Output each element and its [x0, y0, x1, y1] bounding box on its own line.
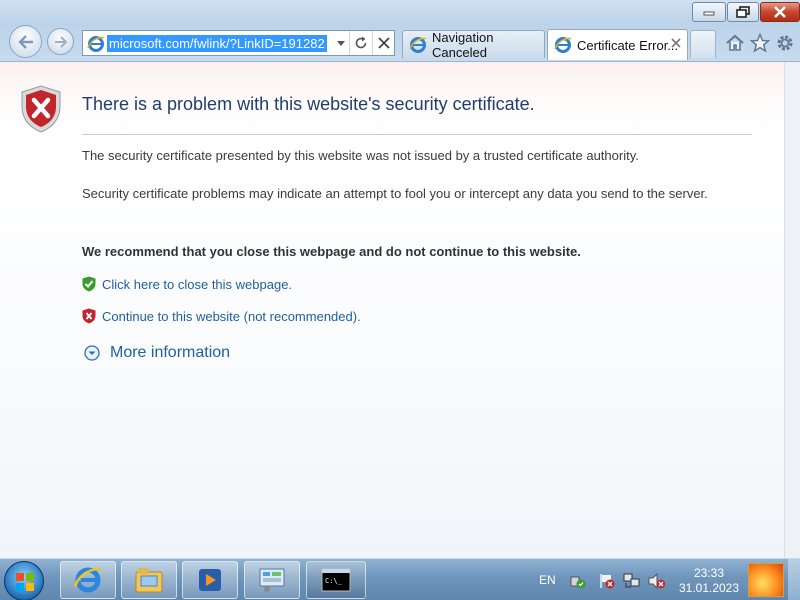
warning-paragraph: Security certificate problems may indica…	[82, 186, 708, 201]
taskbar: C:\_ EN 23:33 31.01.2023	[0, 558, 800, 600]
gear-icon[interactable]	[775, 33, 795, 53]
favorites-star-icon[interactable]	[750, 33, 770, 53]
red-shield-x-icon	[21, 85, 61, 133]
chevron-down-icon	[337, 40, 345, 46]
minimize-button[interactable]	[692, 2, 726, 22]
action-center-flag-icon[interactable]	[598, 573, 616, 589]
arrow-left-icon	[17, 34, 33, 49]
clock-time: 23:33	[693, 566, 725, 580]
more-information-row[interactable]: More information	[84, 344, 230, 362]
vertical-scrollbar[interactable]	[784, 62, 800, 558]
taskbar-clock[interactable]: 23:33 31.01.2023	[672, 566, 746, 596]
internet-explorer-icon	[73, 567, 102, 593]
page-title: There is a problem with this website's s…	[82, 94, 535, 114]
home-icon[interactable]	[725, 33, 745, 53]
network-icon[interactable]	[623, 573, 641, 589]
tab-navigation-canceled[interactable]: Navigation Canceled	[402, 29, 545, 60]
recommendation-text: We recommend that you close this webpage…	[82, 244, 581, 259]
command-prompt-icon: C:\_	[321, 568, 351, 592]
control-panel-icon	[259, 568, 285, 592]
new-tab-button[interactable]	[690, 30, 716, 58]
ie-page-icon	[409, 36, 427, 53]
description-paragraph: The security certificate presented by th…	[82, 148, 639, 163]
refresh-button[interactable]	[350, 31, 372, 55]
taskbar-file-explorer[interactable]	[121, 561, 177, 599]
taskbar-internet-explorer[interactable]	[60, 561, 116, 599]
continue-row: Continue to this website (not recommende…	[82, 308, 361, 324]
taskbar-control-panel[interactable]	[244, 561, 300, 599]
divider	[82, 134, 752, 135]
forward-button[interactable]	[47, 28, 74, 55]
windows-logo-icon	[16, 573, 34, 591]
close-icon	[774, 6, 786, 18]
volume-muted-icon[interactable]	[648, 573, 666, 589]
address-bar[interactable]: microsoft.com/fwlink/?LinkID=191282	[82, 30, 395, 56]
clock-date: 31.01.2023	[678, 581, 740, 595]
tab-label: Certificate Error...	[577, 37, 679, 53]
svg-text:C:\_: C:\_	[325, 577, 343, 585]
stop-icon	[378, 37, 390, 49]
close-webpage-link[interactable]: Click here to close this webpage.	[102, 277, 292, 292]
red-shield-x-icon	[82, 308, 96, 324]
folder-icon	[135, 568, 163, 593]
language-indicator[interactable]: EN	[539, 573, 556, 587]
arrow-right-icon	[54, 35, 67, 48]
address-url[interactable]: microsoft.com/fwlink/?LinkID=191282	[107, 35, 327, 52]
continue-to-website-link[interactable]: Continue to this website (not recommende…	[102, 309, 361, 324]
close-window-button[interactable]	[760, 2, 800, 22]
chevron-down-circle-icon	[84, 345, 100, 361]
tab-certificate-error[interactable]: Certificate Error...	[547, 29, 688, 60]
close-tab-icon[interactable]	[669, 36, 683, 50]
minimize-icon	[703, 11, 715, 16]
restore-button[interactable]	[727, 2, 759, 22]
ie-page-icon	[554, 37, 572, 53]
close-page-row: Click here to close this webpage.	[82, 276, 292, 292]
stop-button[interactable]	[373, 31, 395, 55]
address-dropdown[interactable]	[333, 31, 349, 55]
show-desktop-button[interactable]	[788, 559, 800, 600]
taskbar-command-prompt[interactable]: C:\_	[306, 561, 366, 599]
taskbar-media-player[interactable]	[182, 561, 238, 599]
media-player-icon	[199, 569, 221, 591]
safely-remove-hardware-icon[interactable]	[569, 573, 587, 589]
restore-icon	[736, 6, 750, 18]
refresh-icon	[355, 36, 367, 49]
user-thumbnail[interactable]	[748, 563, 784, 597]
green-shield-check-icon	[82, 276, 96, 292]
page-content: There is a problem with this website's s…	[0, 62, 784, 558]
ie-page-icon	[87, 36, 105, 52]
more-information-link[interactable]: More information	[110, 344, 230, 362]
start-button[interactable]	[4, 561, 44, 600]
tab-label: Navigation Canceled	[432, 29, 494, 60]
back-button[interactable]	[9, 25, 42, 58]
